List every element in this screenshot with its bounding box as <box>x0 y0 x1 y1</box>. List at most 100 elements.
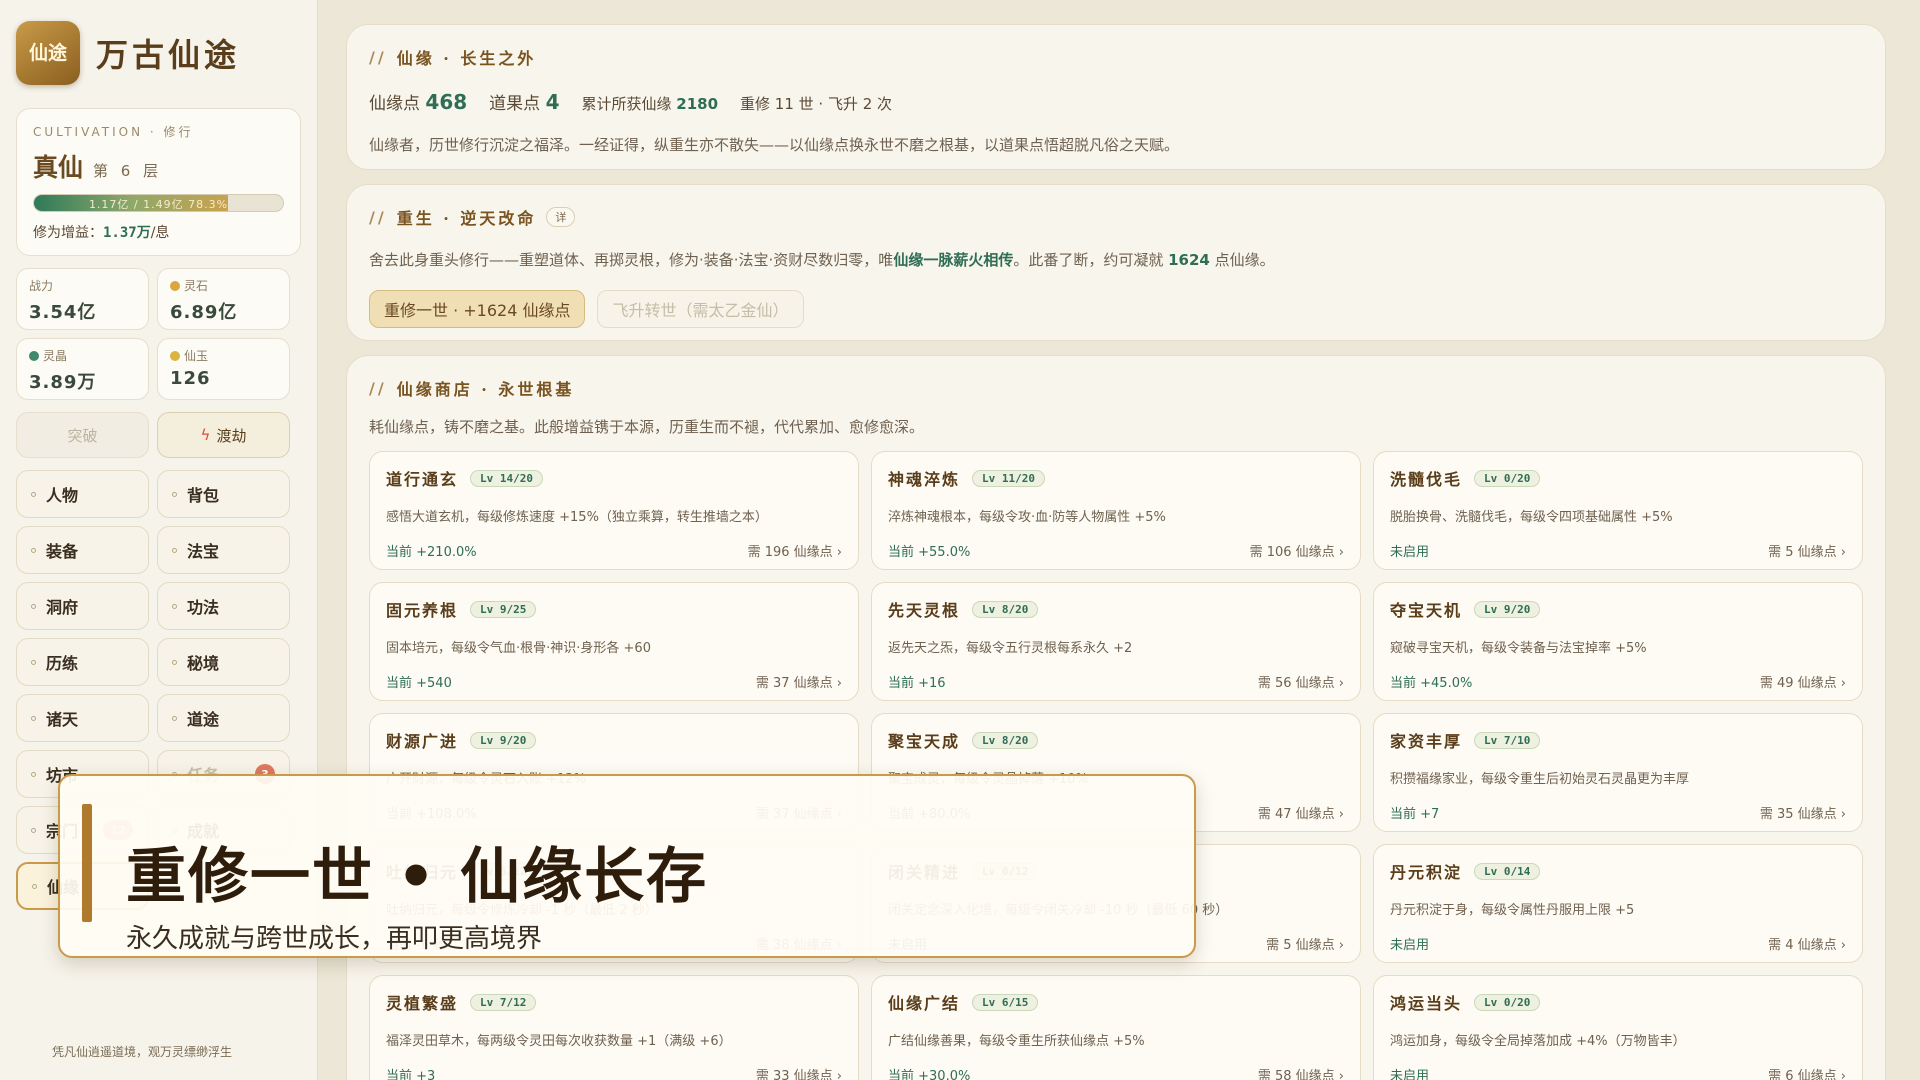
detail-tag[interactable]: 详 <box>546 207 576 227</box>
tribulation-button[interactable]: ϟ 渡劫 <box>157 412 290 458</box>
ascend-button[interactable]: 飞升转世（需太乙金仙） <box>597 290 804 328</box>
app-logo-text: 仙途 <box>28 41 67 64</box>
nav-item[interactable]: 功法 <box>157 582 290 630</box>
shop-item-desc: 感悟大道玄机，每级修炼速度 +15%（独立乘算，转生推墙之本） <box>386 510 768 525</box>
rebirth-desc-b: 。此番了断，约可凝就 <box>1013 251 1169 269</box>
nav-item-label: 道途 <box>187 710 220 729</box>
shop-item-card[interactable]: 家资丰厚 Lv 7/10 积攒福缘家业，每级令重生后初始灵石灵晶更为丰厚 当前 +7 需… <box>1373 713 1863 832</box>
nav-item-label: 诸天 <box>46 710 79 729</box>
shop-item-head: 仙缘广结 Lv 6/15 <box>888 990 1344 1014</box>
nav-item-label: 装备 <box>46 542 79 561</box>
shop-item-level: Lv 0/14 <box>1474 862 1541 880</box>
jade-icon <box>170 350 180 361</box>
title-slashes: // <box>369 207 387 227</box>
shop-item-current: 当前 +45.0% <box>1390 676 1473 691</box>
shop-item-card[interactable]: 夺宝天机 Lv 9/20 窥破寻宝天机，每级令装备与法宝掉率 +5% 当前 +45.0… <box>1373 582 1863 701</box>
shop-item-current: 当前 +30.0% <box>888 1069 971 1080</box>
shop-item-card[interactable]: 灵植繁盛 Lv 7/12 福泽灵田草木，每两级令灵田每次收获数量 +1（满级 +6）… <box>369 975 859 1080</box>
nav-item-label: 历练 <box>46 654 79 673</box>
shop-item-desc: 积攒福缘家业，每级令重生后初始灵石灵晶更为丰厚 <box>1390 772 1690 787</box>
shop-item-name: 仙缘广结 <box>888 994 961 1013</box>
realm-name: 真仙 <box>33 153 84 182</box>
stat-label-row: 战力 <box>29 277 136 294</box>
gain-value: 1.37万 <box>103 225 151 241</box>
shop-item-cost[interactable]: 需 106 仙缘点 › <box>1250 541 1344 560</box>
nav-bullet-icon <box>31 771 36 777</box>
xianyuan-title-text: 仙缘 · 长生之外 <box>396 49 537 68</box>
action-row: 突破 ϟ 渡劫 <box>16 412 301 458</box>
shop-panel: // 仙缘商店 · 永世根基 耗仙缘点，铸不磨之基。此般增益镌于本源，历重生而不… <box>346 355 1886 1080</box>
breakthrough-button[interactable]: 突破 <box>16 412 149 458</box>
stat-label-row: 灵石 <box>170 277 277 294</box>
rebirth-desc-num: 1624 <box>1168 251 1210 269</box>
shop-item-card[interactable]: 先天灵根 Lv 8/20 返先天之炁，每级令五行灵根每系永久 +2 当前 +16 需 5… <box>871 582 1361 701</box>
total-value: 2180 <box>676 95 719 113</box>
rebirth-button[interactable]: 重修一世 · +1624 仙缘点 <box>369 290 586 328</box>
nav-item[interactable]: 秘境 <box>157 638 290 686</box>
caption-subtitle: 永久成就与跨世成长，再叩更高境界 <box>126 924 543 954</box>
shop-item-level: Lv 11/20 <box>972 469 1045 487</box>
nav-item-label: 洞府 <box>46 598 79 617</box>
shop-item-head: 丹元积淀 Lv 0/14 <box>1390 859 1846 883</box>
title-slashes: // <box>369 47 387 67</box>
shop-item-cost[interactable]: 需 4 仙缘点 › <box>1768 934 1846 953</box>
shop-item-current: 当前 +210.0% <box>386 545 477 560</box>
shop-item-level: Lv 9/20 <box>470 731 537 749</box>
stat-value: 126 <box>170 368 211 389</box>
shop-item-current: 当前 +7 <box>1390 807 1440 822</box>
shop-item-cost[interactable]: 需 5 仙缘点 › <box>1768 541 1846 560</box>
shop-item-cost[interactable]: 需 5 仙缘点 › <box>1266 934 1344 953</box>
shop-item-foot: 当前 +210.0% 需 196 仙缘点 › <box>386 541 842 560</box>
shop-item-desc: 返先天之炁，每级令五行灵根每系永久 +2 <box>888 641 1133 656</box>
shop-item-card[interactable]: 道行通玄 Lv 14/20 感悟大道玄机，每级修炼速度 +15%（独立乘算，转生推墙… <box>369 451 859 570</box>
shop-item-current: 当前 +16 <box>888 676 946 691</box>
shop-item-card[interactable]: 鸿运当头 Lv 0/20 鸿运加身，每级令全局掉落加成 +4%（万物皆丰） 未启用 需 … <box>1373 975 1863 1080</box>
shop-item-cost[interactable]: 需 56 仙缘点 › <box>1258 672 1344 691</box>
nav-item[interactable]: 人物 <box>16 470 149 518</box>
stat-label: 灵晶 <box>43 349 68 363</box>
shop-item-card[interactable]: 丹元积淀 Lv 0/14 丹元积淀于身，每级令属性丹服用上限 +5 未启用 需 4 仙缘… <box>1373 844 1863 963</box>
shop-item-cost[interactable]: 需 196 仙缘点 › <box>748 541 842 560</box>
nav-item[interactable]: 历练 <box>16 638 149 686</box>
nav-item-label: 法宝 <box>187 542 220 561</box>
shop-item-name: 固元养根 <box>386 601 459 620</box>
nav-item-label: 背包 <box>187 486 220 505</box>
nav-item[interactable]: 法宝 <box>157 526 290 574</box>
nav-item[interactable]: 诸天 <box>16 694 149 742</box>
shop-item-cost[interactable]: 需 58 仙缘点 › <box>1258 1065 1344 1080</box>
nav-item[interactable]: 洞府 <box>16 582 149 630</box>
nav-bullet-icon <box>172 715 177 721</box>
shop-item-cost[interactable]: 需 6 仙缘点 › <box>1768 1065 1846 1080</box>
shop-item-cost[interactable]: 需 47 仙缘点 › <box>1258 803 1344 822</box>
cultivation-progress-bar: 1.17亿 / 1.49亿 78.3% <box>33 194 284 212</box>
shop-item-card[interactable]: 洗髓伐毛 Lv 0/20 脱胎换骨、洗髓伐毛，每级令四项基础属性 +5% 未启用 需 5… <box>1373 451 1863 570</box>
shop-item-cost[interactable]: 需 33 仙缘点 › <box>756 1065 842 1080</box>
nav-item[interactable]: 背包 <box>157 470 290 518</box>
nav-item[interactable]: 装备 <box>16 526 149 574</box>
realm-layer: 第 6 层 <box>93 162 163 180</box>
shop-item-cost[interactable]: 需 49 仙缘点 › <box>1760 672 1846 691</box>
shop-item-card[interactable]: 神魂淬炼 Lv 11/20 淬炼神魂根本，每级令攻·血·防等人物属性 +5% 当前 +… <box>871 451 1361 570</box>
shop-item-level: Lv 0/20 <box>1474 469 1541 487</box>
cultivation-gain: 修为增益：1.37万/息 <box>33 222 284 242</box>
nav-item[interactable]: 道途 <box>157 694 290 742</box>
stat-card: 灵石 6.89亿 <box>157 268 290 330</box>
shop-item-name: 家资丰厚 <box>1390 732 1463 751</box>
cultivation-card: CULTIVATION · 修行 真仙 第 6 层 1.17亿 / 1.49亿 … <box>16 108 301 256</box>
nav-item-label: 功法 <box>187 598 220 617</box>
stat-label-row: 仙玉 <box>170 347 277 364</box>
shop-item-desc: 广结仙缘善果，每级令重生所获仙缘点 +5% <box>888 1034 1145 1049</box>
shop-item-head: 聚宝天成 Lv 8/20 <box>888 728 1344 752</box>
shop-item-card[interactable]: 固元养根 Lv 9/25 固本培元，每级令气血·根骨·神识·身形各 +60 当前 +5… <box>369 582 859 701</box>
title-slashes: // <box>369 378 387 398</box>
shop-title-text: 仙缘商店 · 永世根基 <box>396 380 575 399</box>
rebirth-desc-a: 舍去此身重头修行——重塑道体、再掷灵根，修为·装备·法宝·资财尽数归零，唯 <box>369 251 894 269</box>
shop-item-foot: 未启用 需 4 仙缘点 › <box>1390 934 1846 953</box>
shop-item-card[interactable]: 仙缘广结 Lv 6/15 广结仙缘善果，每级令重生所获仙缘点 +5% 当前 +30.0… <box>871 975 1361 1080</box>
shop-item-cost[interactable]: 需 37 仙缘点 › <box>756 672 842 691</box>
resource-row: 仙缘点 468 道果点 4 累计所获仙缘 2180 重修 11 世 · 飞升 2… <box>369 89 1863 114</box>
shop-item-cost[interactable]: 需 35 仙缘点 › <box>1760 803 1846 822</box>
cultivation-progress-text: 1.17亿 / 1.49亿 78.3% <box>88 198 229 211</box>
shop-item-current: 未启用 <box>1390 938 1430 953</box>
nav-bullet-icon <box>31 827 36 833</box>
